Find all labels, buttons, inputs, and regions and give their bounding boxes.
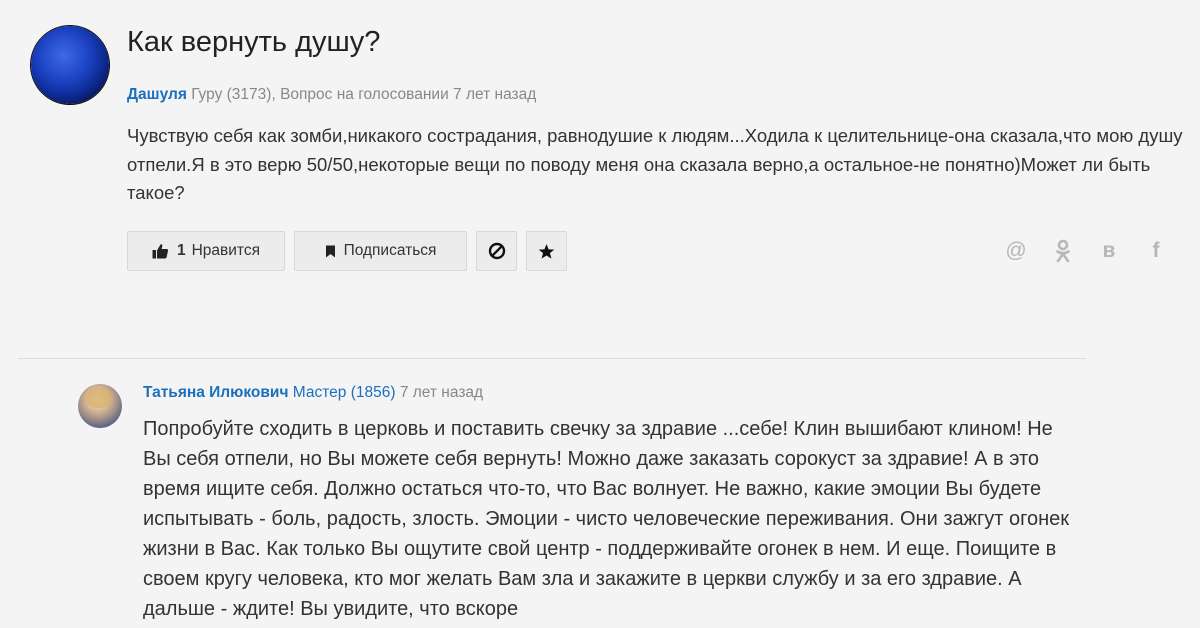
subscribe-label: Подписаться <box>343 242 437 259</box>
section-divider <box>18 358 1086 359</box>
question-title: Как вернуть душу? <box>127 26 381 58</box>
bookmark-icon <box>325 245 336 258</box>
question-author-rank: Гуру (3173), <box>191 86 276 103</box>
thumbs-up-icon <box>152 243 169 259</box>
question-meta: Дашуля Гуру (3173), Вопрос на голосовани… <box>127 86 536 104</box>
like-count: 1 <box>176 242 186 259</box>
subscribe-button[interactable]: Подписаться <box>294 231 467 271</box>
answer-author-avatar[interactable] <box>78 384 122 428</box>
like-label: Нравится <box>191 242 261 259</box>
answer-author-rank[interactable]: Мастер (1856) <box>293 384 396 401</box>
answer-time: 7 лет назад <box>399 384 484 401</box>
favorite-button[interactable] <box>526 231 567 271</box>
question-text: Чувствую себя как зомби,никакого сострад… <box>127 125 1183 203</box>
answer-author-link[interactable]: Татьяна Илюкович <box>143 384 288 401</box>
share-odnoklassniki-icon[interactable] <box>1050 238 1076 264</box>
answer-meta: Татьяна Илюкович Мастер (1856) 7 лет наз… <box>143 384 483 402</box>
share-mail-icon[interactable]: @ <box>1003 238 1029 264</box>
star-icon <box>538 243 555 260</box>
like-button[interactable]: 1 Нравится <box>127 231 285 271</box>
answer-text: Попробуйте сходить в церковь и поставить… <box>143 418 1070 620</box>
block-button[interactable] <box>476 231 517 271</box>
share-vk-icon[interactable]: в <box>1096 238 1122 264</box>
share-facebook-icon[interactable]: f <box>1145 238 1167 264</box>
question-time: 7 лет назад <box>453 86 537 103</box>
question-status: Вопрос на голосовании <box>280 86 449 103</box>
question-author-link[interactable]: Дашуля <box>127 86 187 103</box>
question-author-avatar[interactable] <box>31 26 109 104</box>
block-icon <box>488 242 506 260</box>
